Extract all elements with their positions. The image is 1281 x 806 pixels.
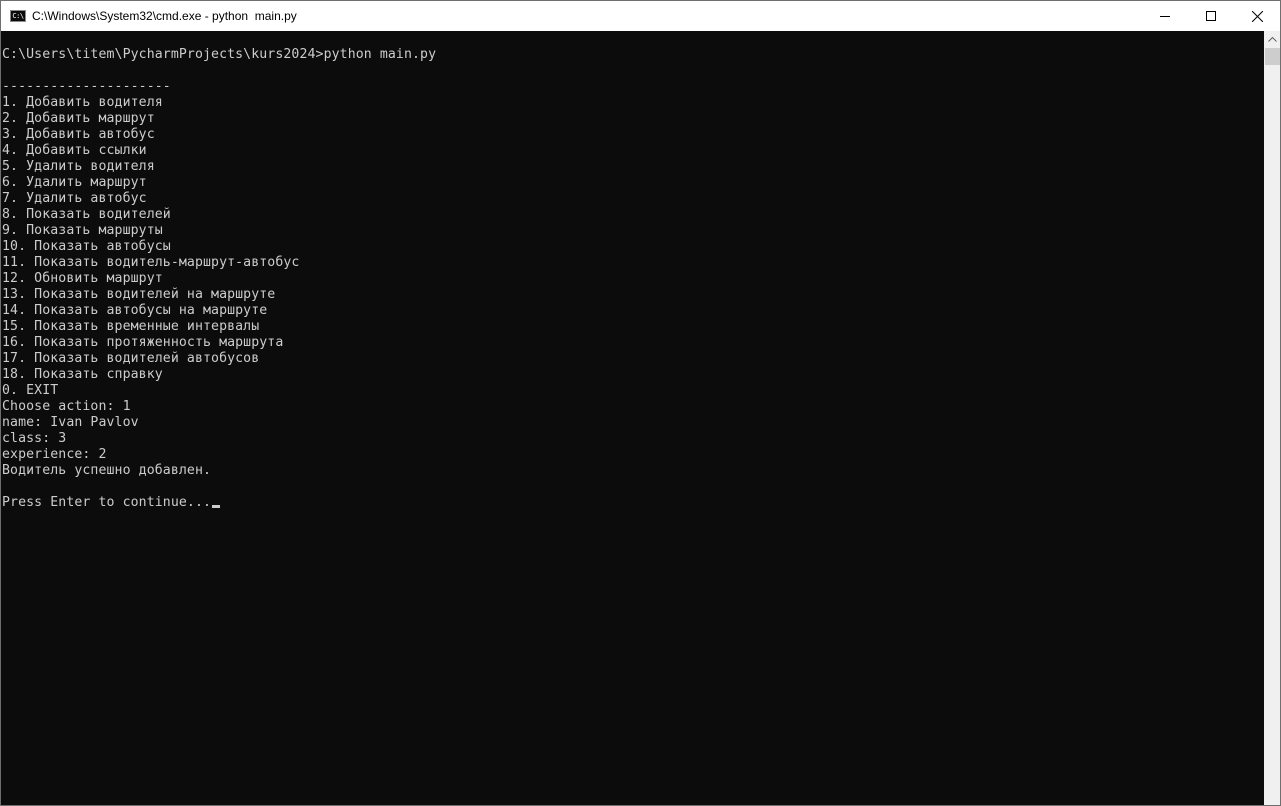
minimize-icon <box>1160 16 1170 17</box>
close-button[interactable] <box>1234 1 1280 31</box>
cmd-icon-glyph: C:\ <box>12 11 24 20</box>
minimize-button[interactable] <box>1142 1 1188 31</box>
menu-item-11: 11. Показать водитель-маршрут-автобус <box>2 255 300 270</box>
menu-item-18: 18. Показать справку <box>2 367 163 382</box>
class-input-line: class: 3 <box>2 431 67 446</box>
menu-item-7: 7. Удалить автобус <box>2 191 147 206</box>
console-window: C:\ C:\Windows\System32\cmd.exe - python… <box>0 0 1281 806</box>
close-icon <box>1251 10 1263 22</box>
menu-item-14: 14. Показать автобусы на маршруте <box>2 303 268 318</box>
title-bar[interactable]: C:\ C:\Windows\System32\cmd.exe - python… <box>1 1 1280 31</box>
console-line-prompt: C:\Users\titem\PycharmProjects\kurs2024>… <box>2 47 437 62</box>
menu-item-10: 10. Показать автобусы <box>2 239 171 254</box>
continue-prompt: Press Enter to continue... <box>2 495 212 510</box>
menu-item-13: 13. Показать водителей на маршруте <box>2 287 276 302</box>
choose-action-line: Choose action: 1 <box>2 399 131 414</box>
menu-item-exit: 0. EXIT <box>2 383 59 398</box>
console-line-blank-2 <box>2 479 436 495</box>
vertical-scrollbar[interactable] <box>1264 31 1280 805</box>
scroll-thumb[interactable] <box>1265 48 1280 65</box>
menu-item-8: 8. Показать водителей <box>2 207 171 222</box>
menu-item-9: 9. Показать маршруты <box>2 223 163 238</box>
continue-prompt-line: Press Enter to continue... <box>2 495 436 511</box>
scroll-up-arrow-icon <box>1268 37 1277 42</box>
maximize-icon <box>1206 11 1216 21</box>
console-line-separator: --------------------- <box>2 79 171 94</box>
menu-item-3: 3. Добавить автобус <box>2 127 155 142</box>
scroll-up-button[interactable] <box>1264 31 1280 48</box>
menu-item-16: 16. Показать протяженность маршрута <box>2 335 284 350</box>
menu-item-5: 5. Удалить водителя <box>2 159 155 174</box>
caption-buttons <box>1142 1 1280 31</box>
menu-item-2: 2. Добавить маршрут <box>2 111 155 126</box>
text-cursor <box>212 505 221 508</box>
maximize-button[interactable] <box>1188 1 1234 31</box>
cmd-icon[interactable]: C:\ <box>10 10 26 22</box>
menu-item-1: 1. Добавить водителя <box>2 95 163 110</box>
console-lines: C:\Users\titem\PycharmProjects\kurs2024>… <box>2 47 436 511</box>
console-line-blank <box>2 63 436 79</box>
menu-item-12: 12. Обновить маршрут <box>2 271 163 286</box>
menu-item-4: 4. Добавить ссылки <box>2 143 147 158</box>
menu-item-17: 17. Показать водителей автобусов <box>2 351 260 366</box>
window-title: C:\Windows\System32\cmd.exe - python mai… <box>32 9 297 23</box>
menu-item-6: 6. Удалить маршрут <box>2 175 147 190</box>
name-input-line: name: Ivan Pavlov <box>2 415 139 430</box>
experience-input-line: experience: 2 <box>2 447 107 462</box>
success-message: Водитель успешно добавлен. <box>2 463 212 478</box>
menu-item-15: 15. Показать временные интервалы <box>2 319 260 334</box>
console-output[interactable]: C:\Users\titem\PycharmProjects\kurs2024>… <box>1 31 1264 805</box>
